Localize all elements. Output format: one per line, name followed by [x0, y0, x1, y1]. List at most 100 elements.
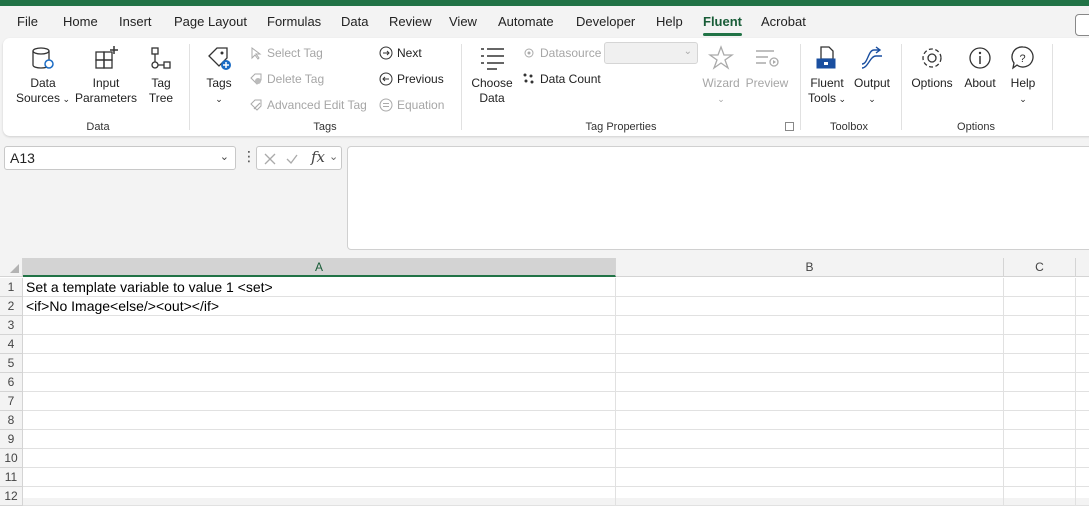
about-button[interactable]: About [959, 44, 1001, 91]
row-header-11[interactable]: 11 [0, 468, 23, 487]
cell-a12[interactable] [23, 487, 616, 506]
cell-d1[interactable] [1076, 278, 1089, 297]
cell-c12[interactable] [1004, 487, 1076, 506]
output-button[interactable]: Output ⌄ [850, 44, 894, 107]
cell-c6[interactable] [1004, 373, 1076, 392]
tab-data[interactable]: Data [341, 14, 368, 29]
cell-b2[interactable] [616, 297, 1004, 316]
cell-d3[interactable] [1076, 316, 1089, 335]
delete-tag-button[interactable]: Delete Tag [249, 72, 324, 86]
chevron-down-icon[interactable]: ⌄ [220, 150, 229, 163]
row-header-9[interactable]: 9 [0, 430, 23, 449]
cell-b3[interactable] [616, 316, 1004, 335]
tags-button[interactable]: Tags ⌄ [201, 44, 237, 107]
cell-b1[interactable] [616, 278, 1004, 297]
cell-a9[interactable] [23, 430, 616, 449]
column-header-b[interactable]: B [616, 258, 1004, 277]
cell-d11[interactable] [1076, 468, 1089, 487]
equation-button[interactable]: Equation [379, 98, 444, 112]
cell-d10[interactable] [1076, 449, 1089, 468]
cell-d6[interactable] [1076, 373, 1089, 392]
tab-view[interactable]: View [449, 14, 477, 29]
options-button[interactable]: Options [909, 44, 955, 91]
cell-c11[interactable] [1004, 468, 1076, 487]
row-header-2[interactable]: 2 [0, 297, 23, 316]
cell-c4[interactable] [1004, 335, 1076, 354]
chevron-down-icon[interactable]: ⌄ [329, 150, 338, 163]
cell-c5[interactable] [1004, 354, 1076, 373]
data-count-button[interactable]: Data Count [522, 72, 601, 86]
wizard-button[interactable]: Wizard ⌄ [701, 44, 741, 107]
previous-button[interactable]: Previous [379, 72, 444, 86]
tab-automate[interactable]: Automate [498, 14, 554, 29]
advanced-edit-tag-button[interactable]: Advanced Edit Tag [249, 98, 367, 112]
cell-a7[interactable] [23, 392, 616, 411]
cell-d2[interactable] [1076, 297, 1089, 316]
cell-b9[interactable] [616, 430, 1004, 449]
tab-review[interactable]: Review [389, 14, 432, 29]
tab-insert[interactable]: Insert [119, 14, 152, 29]
cell-b4[interactable] [616, 335, 1004, 354]
cell-a4[interactable] [23, 335, 616, 354]
tab-formulas[interactable]: Formulas [267, 14, 321, 29]
cell-c7[interactable] [1004, 392, 1076, 411]
cell-c3[interactable] [1004, 316, 1076, 335]
function-icon[interactable]: fx [311, 148, 325, 166]
formula-input[interactable] [347, 146, 1089, 250]
cell-a3[interactable] [23, 316, 616, 335]
cell-b7[interactable] [616, 392, 1004, 411]
tab-developer[interactable]: Developer [576, 14, 635, 29]
data-sources-button[interactable]: Data Sources ⌄ [13, 44, 73, 107]
cell-a10[interactable] [23, 449, 616, 468]
column-header-c[interactable]: C [1004, 258, 1076, 277]
name-box[interactable]: A13 ⌄ [4, 146, 236, 170]
fluent-tools-button[interactable]: Fluent Tools ⌄ [807, 44, 847, 107]
cell-b5[interactable] [616, 354, 1004, 373]
help-button[interactable]: ? Help ⌄ [1005, 44, 1041, 107]
cell-d5[interactable] [1076, 354, 1089, 373]
cell-b10[interactable] [616, 449, 1004, 468]
next-button[interactable]: Next [379, 46, 422, 60]
cell-c8[interactable] [1004, 411, 1076, 430]
dialog-launcher-icon[interactable] [785, 122, 794, 131]
tab-acrobat[interactable]: Acrobat [761, 14, 806, 29]
column-header-next[interactable] [1076, 258, 1089, 277]
row-header-6[interactable]: 6 [0, 373, 23, 392]
row-header-3[interactable]: 3 [0, 316, 23, 335]
cell-b6[interactable] [616, 373, 1004, 392]
row-header-5[interactable]: 5 [0, 354, 23, 373]
cell-a2[interactable]: <if>No Image<else/><out></if> [23, 297, 616, 316]
cell-a5[interactable] [23, 354, 616, 373]
tab-fluent[interactable]: Fluent [703, 14, 742, 29]
choose-data-button[interactable]: Choose Data [469, 44, 515, 106]
cell-c9[interactable] [1004, 430, 1076, 449]
preview-button[interactable]: Preview [745, 44, 789, 91]
cell-b11[interactable] [616, 468, 1004, 487]
more-options-icon[interactable]: ⋮ [242, 148, 256, 165]
tab-file[interactable]: File [17, 14, 38, 29]
tab-home[interactable]: Home [63, 14, 98, 29]
cell-d12[interactable] [1076, 487, 1089, 506]
cell-c10[interactable] [1004, 449, 1076, 468]
input-parameters-button[interactable]: Input Parameters [75, 44, 137, 106]
cell-a6[interactable] [23, 373, 616, 392]
row-header-12[interactable]: 12 [0, 487, 23, 506]
select-tag-button[interactable]: Select Tag [249, 46, 323, 60]
row-header-7[interactable]: 7 [0, 392, 23, 411]
cell-d4[interactable] [1076, 335, 1089, 354]
row-header-8[interactable]: 8 [0, 411, 23, 430]
cell-d7[interactable] [1076, 392, 1089, 411]
tab-page-layout[interactable]: Page Layout [174, 14, 247, 29]
comments-button[interactable] [1075, 14, 1089, 36]
row-header-10[interactable]: 10 [0, 449, 23, 468]
cell-b12[interactable] [616, 487, 1004, 506]
cell-a8[interactable] [23, 411, 616, 430]
cancel-icon[interactable] [263, 152, 277, 166]
cell-c1[interactable] [1004, 278, 1076, 297]
cell-a11[interactable] [23, 468, 616, 487]
select-all-button[interactable] [0, 258, 23, 277]
cell-a1[interactable]: Set a template variable to value 1 <set> [23, 278, 616, 297]
check-icon[interactable] [285, 152, 299, 166]
cell-b8[interactable] [616, 411, 1004, 430]
datasource-dropdown[interactable]: ⌄ [604, 42, 698, 64]
